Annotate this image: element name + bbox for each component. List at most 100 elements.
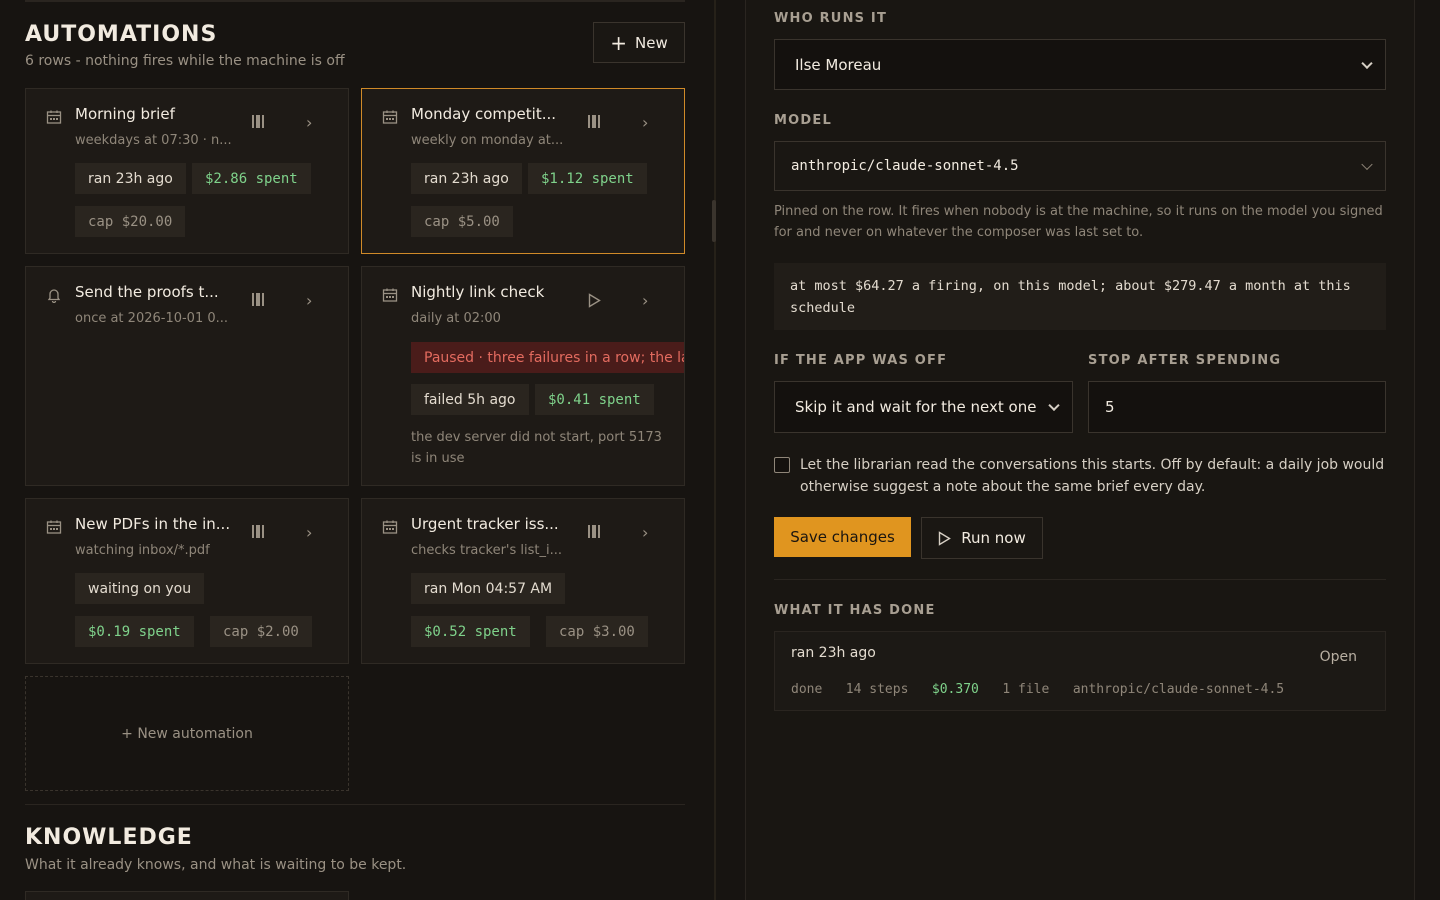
chevron-down-icon [1361,158,1373,171]
automation-card-monday-competitors[interactable]: Monday competit... weekly on monday at..… [361,88,685,254]
automation-card-send-proofs[interactable]: Send the proofs t... once at 2026-10-01 … [25,266,349,486]
spent-chip: $1.12 spent [528,163,647,194]
new-automation-button[interactable]: + New [593,22,685,63]
save-changes-button[interactable]: Save changes [774,517,911,557]
spent-chip: $0.19 spent [75,616,194,647]
card-title: Nightly link check [411,283,545,301]
run-title: ran 23h ago [791,645,876,661]
run-now-label: Run now [961,529,1026,547]
model-label: MODEL [774,113,832,128]
chevron-right-icon[interactable]: › [306,291,312,310]
automation-card-nightly-link-check[interactable]: Nightly link check daily at 02:00 › Paus… [361,266,685,486]
cap-chip: cap $3.00 [546,616,648,647]
run-files: 1 file [1002,682,1050,697]
model-help-text: Pinned on the row. It fires when nobody … [774,204,1383,240]
who-runs-value: Ilse Moreau [795,55,882,74]
knowledge-card[interactable] [25,891,349,900]
run-model: anthropic/claude-sonnet-4.5 [1072,682,1285,697]
librarian-checkbox-label: Let the librarian read the conversations… [800,457,1385,495]
automation-card-urgent-tracker[interactable]: Urgent tracker iss... checks tracker's l… [361,498,685,664]
pause-icon [252,525,264,538]
spent-chip: $2.86 spent [192,163,311,194]
stop-spending-value: 5 [1105,398,1115,416]
section-divider [25,804,685,805]
app-off-value: Skip it and wait for the next one [795,398,1037,416]
card-title: Send the proofs t... [75,283,219,301]
knowledge-subtitle: What it already knows, and what is waiti… [25,857,407,873]
pane-divider [714,0,716,900]
chevron-right-icon[interactable]: › [642,113,648,132]
pause-icon [588,115,600,128]
chevron-right-icon[interactable]: › [306,113,312,132]
chevron-right-icon[interactable]: › [642,523,648,542]
plus-icon: + [610,30,628,55]
run-meta: done 14 steps $0.370 1 file anthropic/cl… [791,682,1284,697]
pause-button[interactable] [252,525,264,542]
automation-card-morning-brief[interactable]: Morning brief weekdays at 07:30 · n... ›… [25,88,349,254]
stop-spending-input[interactable]: 5 [1088,381,1386,433]
top-divider [25,0,685,2]
cap-chip: cap $5.00 [411,206,513,237]
app-off-select[interactable]: Skip it and wait for the next one [774,381,1073,433]
card-schedule: weekdays at 07:30 · n... [75,133,232,148]
card-schedule: checks tracker's list_i... [411,543,563,558]
calendar-icon [46,519,62,535]
card-title: Urgent tracker iss... [411,515,559,533]
librarian-checkbox[interactable] [774,457,790,473]
new-automation-tile[interactable]: + New automation [25,676,349,791]
card-schedule: watching inbox/*.pdf [75,543,210,558]
app-off-label: IF THE APP WAS OFF [774,353,948,368]
calendar-icon [382,519,398,535]
error-banner: Paused · three failures in a row; the la… [411,342,684,373]
calendar-icon [382,287,398,303]
new-button-label: New [635,33,668,52]
knowledge-title: KNOWLEDGE [25,825,193,850]
pause-button[interactable] [252,293,264,310]
automation-card-new-pdfs[interactable]: New PDFs in the in... watching inbox/*.p… [25,498,349,664]
automations-pane: AUTOMATIONS 6 rows - nothing fires while… [0,0,714,900]
resume-button[interactable] [588,293,601,312]
resize-handle[interactable] [712,200,716,242]
card-schedule: once at 2026-10-01 0... [75,311,229,326]
history-divider [774,579,1386,580]
card-title: Monday competit... [411,105,557,123]
chevron-down-icon [1048,399,1060,412]
automation-detail-pane: WHO RUNS IT Ilse Moreau MODEL anthropic/… [745,0,1415,900]
pause-icon [252,293,264,306]
pause-button[interactable] [588,115,600,132]
play-icon [588,293,601,308]
pause-icon [252,115,264,128]
chevron-right-icon[interactable]: › [306,523,312,542]
card-schedule: daily at 02:00 [411,311,501,326]
who-runs-select[interactable]: Ilse Moreau [774,39,1386,90]
cap-chip: cap $2.00 [210,616,312,647]
cap-chip: cap $20.00 [75,206,186,237]
cost-estimate: at most $64.27 a firing, on this model; … [774,263,1386,330]
automations-title: AUTOMATIONS [25,22,218,47]
model-value: anthropic/claude-sonnet-4.5 [791,158,1019,174]
pause-button[interactable] [588,525,600,542]
pause-button[interactable] [252,115,264,132]
status-chip: ran 23h ago [75,163,186,194]
card-title: Morning brief [75,105,175,123]
chevron-down-icon [1361,57,1373,69]
spent-chip: $0.52 spent [411,616,530,647]
card-title: New PDFs in the in... [75,515,231,533]
run-history-entry[interactable]: ran 23h ago Open done 14 steps $0.370 1 … [774,631,1386,711]
run-status: done [791,682,823,697]
calendar-icon [382,109,398,125]
run-cost: $0.370 [931,682,979,697]
chevron-right-icon[interactable]: › [642,291,648,310]
card-schedule: weekly on monday at... [411,133,564,148]
open-run-link[interactable]: Open [1320,649,1357,665]
calendar-icon [46,109,62,125]
spent-chip: $0.41 spent [535,384,654,415]
run-steps: 14 steps [845,682,909,697]
status-chip: ran 23h ago [411,163,522,194]
status-chip: waiting on you [75,573,205,604]
run-now-button[interactable]: Run now [921,517,1043,559]
bell-icon [46,287,62,304]
model-select[interactable]: anthropic/claude-sonnet-4.5 [774,141,1386,191]
status-chip: failed 5h ago [411,384,529,415]
pause-icon [588,525,600,538]
